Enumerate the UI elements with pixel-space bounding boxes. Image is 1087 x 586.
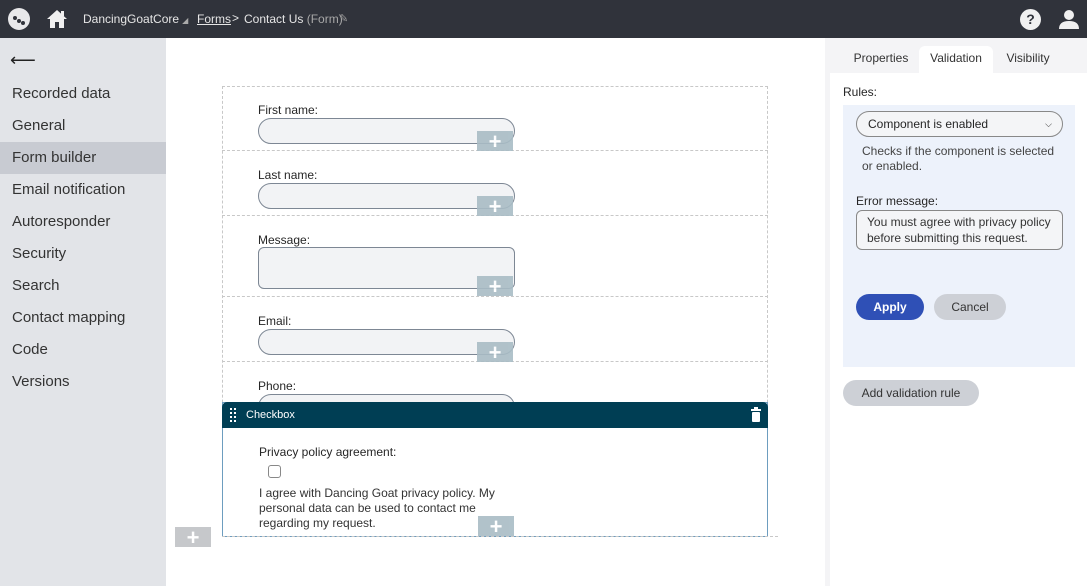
- field-label: First name:: [258, 103, 319, 117]
- help-icon[interactable]: ?: [1020, 9, 1041, 30]
- field-label: Phone:: [258, 379, 297, 393]
- form-field-email[interactable]: Email: +: [222, 297, 768, 364]
- sidebar-item-form-builder[interactable]: Form builder: [0, 142, 166, 174]
- user-icon[interactable]: [1058, 8, 1080, 30]
- form-builder-canvas: First name: + Last name: + Message: + Em…: [166, 38, 825, 586]
- field-label: Email:: [258, 314, 292, 328]
- site-name: DancingGoatCore: [83, 12, 180, 26]
- chevron-down-icon: ⌵: [1045, 119, 1052, 129]
- form-field-first-name[interactable]: First name: +: [222, 86, 768, 153]
- field-label: Last name:: [258, 168, 318, 182]
- widget-title: Checkbox: [246, 409, 295, 421]
- add-field-button[interactable]: +: [477, 276, 513, 298]
- caret-down-icon: ◢: [182, 16, 189, 25]
- trash-icon[interactable]: [751, 407, 761, 422]
- sidebar-item-autoresponder[interactable]: Autoresponder: [0, 206, 166, 238]
- sidebar-item-general[interactable]: General: [0, 110, 166, 142]
- sidebar-item-email-notification[interactable]: Email notification: [0, 174, 166, 206]
- breadcrumb-separator-icon: >: [232, 11, 240, 25]
- phone-input[interactable]: [258, 394, 515, 402]
- sidebar-item-contact-mapping[interactable]: Contact mapping: [0, 302, 166, 334]
- error-message-label: Error message:: [856, 194, 939, 208]
- form-field-message[interactable]: Message: +: [222, 216, 768, 298]
- add-field-button[interactable]: +: [477, 342, 513, 364]
- add-section-button[interactable]: +: [175, 527, 211, 549]
- sidebar-item-code[interactable]: Code: [0, 334, 166, 366]
- pin-icon[interactable]: ✎: [339, 12, 348, 25]
- add-field-button[interactable]: +: [478, 516, 514, 538]
- breadcrumb-current: Contact Us (Form): [244, 12, 343, 26]
- add-validation-rule-button[interactable]: Add validation rule: [843, 380, 979, 406]
- rule-type-value: Component is enabled: [868, 117, 989, 131]
- add-field-button[interactable]: +: [477, 131, 513, 153]
- sidebar: ⟵ Recorded data General Form builder Ema…: [0, 38, 166, 586]
- form-field-phone[interactable]: Phone:: [222, 362, 768, 402]
- site-selector[interactable]: DancingGoatCore ◢: [83, 12, 188, 26]
- breadcrumb-current-name: Contact Us: [244, 12, 304, 26]
- checkbox-widget[interactable]: Checkbox Privacy policy agreement: I agr…: [222, 402, 768, 538]
- sidebar-item-recorded-data[interactable]: Recorded data: [0, 78, 166, 110]
- tab-visibility[interactable]: Visibility: [997, 46, 1059, 76]
- privacy-policy-checkbox[interactable]: [268, 465, 281, 478]
- breadcrumb-current-type: (Form): [306, 12, 343, 26]
- back-arrow-icon[interactable]: ⟵: [10, 50, 36, 71]
- top-bar: DancingGoatCore ◢ Forms > Contact Us (For…: [0, 0, 1087, 38]
- rule-type-select[interactable]: Component is enabled ⌵: [856, 111, 1063, 137]
- drop-zone-divider: [222, 536, 778, 537]
- tab-validation[interactable]: Validation: [919, 46, 993, 76]
- privacy-policy-label: Privacy policy agreement:: [259, 445, 397, 459]
- properties-panel: Properties Validation Visibility Rules: …: [825, 38, 1087, 586]
- sidebar-item-search[interactable]: Search: [0, 270, 166, 302]
- drag-handle-icon[interactable]: [230, 408, 238, 422]
- error-message-textarea[interactable]: You must agree with privacy policy befor…: [856, 210, 1063, 250]
- cancel-button[interactable]: Cancel: [934, 294, 1006, 320]
- field-label: Message:: [258, 233, 311, 247]
- add-field-button[interactable]: +: [477, 196, 513, 218]
- apply-button[interactable]: Apply: [856, 294, 924, 320]
- home-icon[interactable]: [46, 8, 68, 30]
- form-field-last-name[interactable]: Last name: +: [222, 151, 768, 218]
- rule-description: Checks if the component is selected or e…: [862, 144, 1055, 173]
- sidebar-item-security[interactable]: Security: [0, 238, 166, 270]
- app-logo-icon[interactable]: [8, 8, 30, 30]
- breadcrumb-forms-link[interactable]: Forms: [197, 12, 231, 26]
- validation-tab-content: Rules: Component is enabled ⌵ Checks if …: [830, 73, 1087, 586]
- rules-label: Rules:: [843, 85, 878, 99]
- rule-editor: Component is enabled ⌵ Checks if the com…: [843, 105, 1075, 367]
- tab-properties[interactable]: Properties: [847, 46, 915, 76]
- widget-header: Checkbox: [222, 402, 768, 428]
- sidebar-item-versions[interactable]: Versions: [0, 366, 166, 398]
